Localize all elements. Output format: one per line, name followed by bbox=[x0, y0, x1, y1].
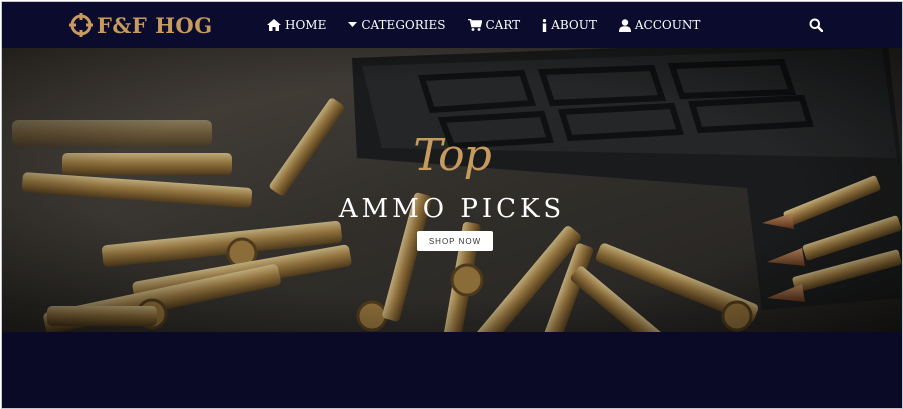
page-frame: F&F HOG HOME CATEGORIES CART ABOUT ACCOU… bbox=[1, 1, 903, 409]
navbar: F&F HOG HOME CATEGORIES CART ABOUT ACCOU… bbox=[2, 2, 902, 48]
home-icon bbox=[267, 19, 281, 31]
nav-home-label: HOME bbox=[285, 18, 327, 32]
nav-account[interactable]: ACCOUNT bbox=[618, 18, 701, 32]
info-icon bbox=[542, 18, 547, 32]
nav-cart[interactable]: CART bbox=[467, 18, 521, 32]
nav-home[interactable]: HOME bbox=[267, 18, 326, 32]
search-button[interactable] bbox=[809, 17, 825, 33]
nav-account-label: ACCOUNT bbox=[634, 18, 701, 32]
nav-categories-label: CATEGORIES bbox=[361, 18, 446, 32]
nav-about[interactable]: ABOUT bbox=[542, 18, 597, 32]
brand-logo[interactable]: F&F HOG bbox=[68, 10, 213, 40]
nav-about-label: ABOUT bbox=[551, 18, 597, 32]
caret-down-icon bbox=[348, 22, 358, 27]
shop-now-button[interactable]: SHOP NOW bbox=[417, 231, 493, 251]
content-area bbox=[2, 332, 902, 408]
hero-background-image bbox=[2, 48, 902, 332]
nav-cart-label: CART bbox=[485, 18, 521, 32]
cart-icon bbox=[467, 19, 482, 31]
crosshair-icon bbox=[69, 13, 93, 37]
nav-categories[interactable]: CATEGORIES bbox=[348, 18, 446, 32]
hero-script-heading: Top bbox=[413, 130, 492, 181]
brand-name: F&F HOG bbox=[97, 12, 213, 38]
hero-banner: Top AMMO PICKS SHOP NOW bbox=[2, 48, 902, 332]
search-icon bbox=[809, 18, 824, 33]
user-icon bbox=[618, 18, 631, 32]
main-nav: HOME CATEGORIES CART ABOUT ACCOUNT bbox=[267, 2, 700, 48]
hero-title: AMMO PICKS bbox=[338, 194, 566, 224]
